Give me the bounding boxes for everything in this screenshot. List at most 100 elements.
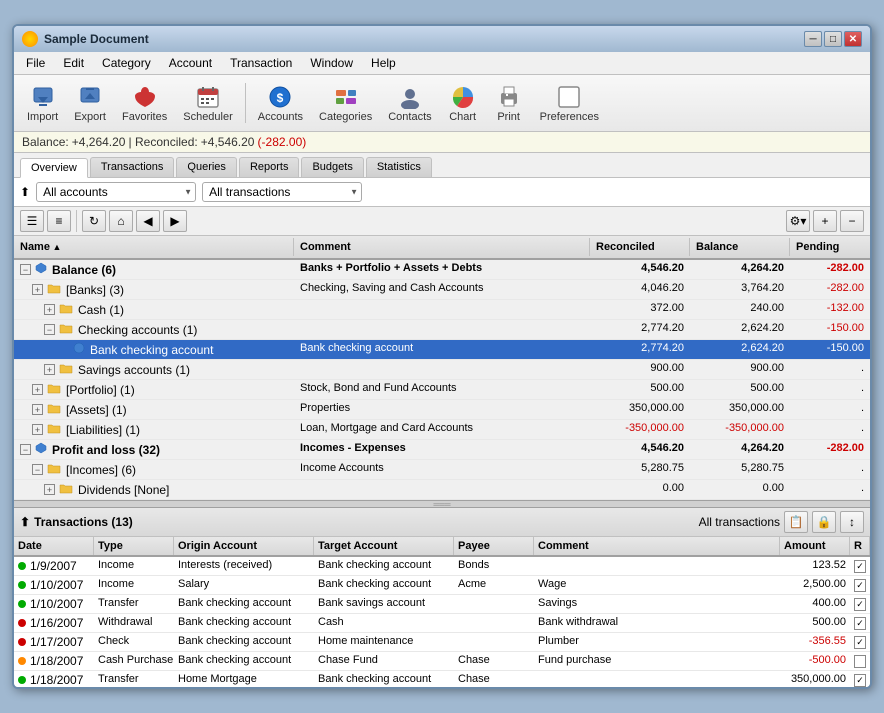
table-row[interactable]: −Checking accounts (1)2,774.202,624.20-1… [14, 320, 870, 340]
trans-col-payee[interactable]: Payee [454, 537, 534, 555]
trans-checkbox[interactable]: ✓ [854, 617, 866, 630]
accounts-toolbar: ☰ ≡ ↻ ⌂ ◀ ▶ ⚙▾ + − [14, 207, 870, 236]
account-name-text: Dividends [None] [78, 483, 169, 497]
col-header-balance[interactable]: Balance [690, 238, 790, 256]
panel-divider[interactable] [14, 500, 870, 508]
trans-checkbox[interactable]: ✓ [854, 560, 866, 573]
settings-button[interactable]: ⚙▾ [786, 210, 810, 232]
menu-item-file[interactable]: File [18, 54, 53, 72]
filter-bar: ⬆ All accountsBank checking accountSavin… [14, 178, 870, 207]
status-dot [18, 619, 26, 627]
import-toolbar-button[interactable]: Import [20, 79, 65, 127]
trans-checkbox[interactable]: ✓ [854, 579, 866, 592]
col-header-name[interactable]: Name [14, 238, 294, 256]
trans-col-r[interactable]: R [850, 537, 870, 555]
add-button[interactable]: + [813, 210, 837, 232]
favorites-toolbar-button[interactable]: Favorites [115, 79, 174, 127]
tab-overview[interactable]: Overview [20, 158, 88, 178]
table-row[interactable]: −Balance (6)Banks + Portfolio + Assets +… [14, 260, 870, 280]
print-toolbar-button[interactable]: Print [487, 79, 531, 127]
contacts-toolbar-button[interactable]: Contacts [381, 79, 438, 127]
trans-amount-cell: 400.00 [780, 595, 850, 613]
trans-date-cell: 1/9/2007 [14, 557, 94, 575]
transaction-row[interactable]: 1/16/2007WithdrawalBank checking account… [14, 614, 870, 633]
table-row[interactable]: +[Portfolio] (1)Stock, Bond and Fund Acc… [14, 380, 870, 400]
transaction-row[interactable]: 1/18/2007Cash PurchaseBank checking acco… [14, 652, 870, 671]
trans-col-type[interactable]: Type [94, 537, 174, 555]
menu-item-account[interactable]: Account [161, 54, 220, 72]
menu-item-transaction[interactable]: Transaction [222, 54, 300, 72]
table-row[interactable]: +[Liabilities] (1)Loan, Mortgage and Car… [14, 420, 870, 440]
trans-checkbox[interactable]: ✓ [854, 674, 866, 687]
minimize-button[interactable]: ─ [804, 31, 822, 47]
forward-button[interactable]: ▶ [163, 210, 187, 232]
transaction-row[interactable]: 1/18/2007TransferHome MortgageBank check… [14, 671, 870, 687]
list-view-button[interactable]: ☰ [20, 210, 44, 232]
expand-icon[interactable]: + [32, 404, 43, 415]
menu-item-category[interactable]: Category [94, 54, 159, 72]
preferences-toolbar-button[interactable]: Preferences [533, 79, 606, 127]
account-filter-select[interactable]: All accountsBank checking accountSavings… [36, 182, 196, 202]
col-header-reconciled[interactable]: Reconciled [590, 238, 690, 256]
table-row[interactable]: Bank checking accountBank checking accou… [14, 340, 870, 360]
trans-col-date[interactable]: Date [14, 537, 94, 555]
transaction-row[interactable]: 1/10/2007TransferBank checking accountBa… [14, 595, 870, 614]
tab-statistics[interactable]: Statistics [366, 157, 432, 177]
trans-checkbox[interactable] [854, 655, 866, 668]
table-row[interactable]: −Profit and loss (32)Incomes - Expenses4… [14, 440, 870, 460]
accounts-toolbar-button[interactable]: $Accounts [251, 79, 310, 127]
expand-icon[interactable]: + [32, 424, 43, 435]
trans-col-amount[interactable]: Amount [780, 537, 850, 555]
account-name-text: [Portfolio] (1) [66, 383, 135, 397]
expand-icon[interactable]: + [32, 284, 43, 295]
trans-filter-btn1[interactable]: 📋 [784, 511, 808, 533]
scheduler-toolbar-button[interactable]: Scheduler [176, 79, 240, 127]
trans-checkbox[interactable]: ✓ [854, 598, 866, 611]
trans-col-comment[interactable]: Comment [534, 537, 780, 555]
expand-icon[interactable]: + [44, 484, 55, 495]
table-row[interactable]: +[Assets] (1)Properties350,000.00350,000… [14, 400, 870, 420]
menu-bar: FileEditCategoryAccountTransactionWindow… [14, 52, 870, 75]
table-row[interactable]: +Dividends [None]0.000.00. [14, 480, 870, 500]
chart-toolbar-button[interactable]: Chart [441, 79, 485, 127]
home-button[interactable]: ⌂ [109, 210, 133, 232]
table-row[interactable]: −[Incomes] (6)Income Accounts5,280.755,2… [14, 460, 870, 480]
expand-icon[interactable]: − [44, 324, 55, 335]
table-row[interactable]: +Savings accounts (1)900.00900.00. [14, 360, 870, 380]
expand-icon[interactable]: + [32, 384, 43, 395]
table-row[interactable]: +Cash (1)372.00240.00-132.00 [14, 300, 870, 320]
categories-toolbar-button[interactable]: Categories [312, 79, 379, 127]
tab-queries[interactable]: Queries [176, 157, 237, 177]
transaction-row[interactable]: 1/17/2007CheckBank checking accountHome … [14, 633, 870, 652]
trans-filter-btn3[interactable]: ↕ [840, 511, 864, 533]
expand-icon[interactable]: + [44, 364, 55, 375]
expand-icon[interactable]: − [20, 444, 31, 455]
trans-checkbox[interactable]: ✓ [854, 636, 866, 649]
trans-filter-btn2[interactable]: 🔒 [812, 511, 836, 533]
maximize-button[interactable]: □ [824, 31, 842, 47]
col-header-pending[interactable]: Pending [790, 238, 870, 256]
transaction-filter-select[interactable]: All transactionsIncomeExpense [202, 182, 362, 202]
trans-origin-cell: Bank checking account [174, 652, 314, 670]
expand-icon[interactable]: + [44, 304, 55, 315]
tab-reports[interactable]: Reports [239, 157, 300, 177]
close-button[interactable]: ✕ [844, 31, 862, 47]
menu-item-window[interactable]: Window [302, 54, 361, 72]
col-header-comment[interactable]: Comment [294, 238, 590, 256]
expand-icon[interactable]: − [32, 464, 43, 475]
detail-view-button[interactable]: ≡ [47, 210, 71, 232]
export-toolbar-button[interactable]: Export [67, 79, 113, 127]
tab-transactions[interactable]: Transactions [90, 157, 175, 177]
table-row[interactable]: +[Banks] (3)Checking, Saving and Cash Ac… [14, 280, 870, 300]
trans-col-origin[interactable]: Origin Account [174, 537, 314, 555]
menu-item-edit[interactable]: Edit [55, 54, 92, 72]
expand-icon[interactable]: − [20, 264, 31, 275]
transaction-row[interactable]: 1/10/2007IncomeSalaryBank checking accou… [14, 576, 870, 595]
tab-budgets[interactable]: Budgets [301, 157, 363, 177]
transaction-row[interactable]: 1/9/2007IncomeInterests (received)Bank c… [14, 557, 870, 576]
refresh-button[interactable]: ↻ [82, 210, 106, 232]
menu-item-help[interactable]: Help [363, 54, 404, 72]
remove-button[interactable]: − [840, 210, 864, 232]
trans-col-target[interactable]: Target Account [314, 537, 454, 555]
back-button[interactable]: ◀ [136, 210, 160, 232]
